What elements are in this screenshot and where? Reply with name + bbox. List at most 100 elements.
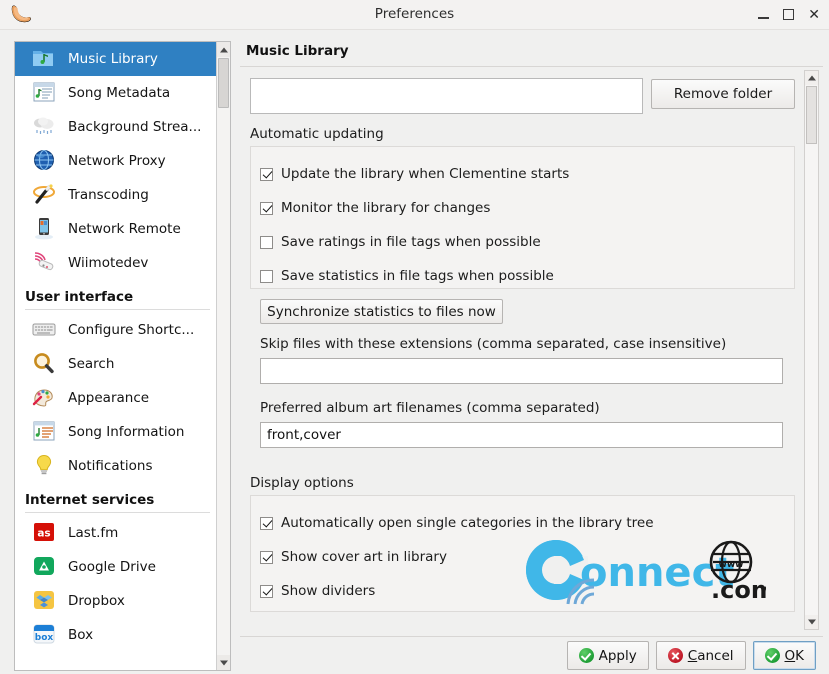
lightbulb-icon xyxy=(31,453,59,479)
window-controls: ✕ xyxy=(758,0,820,29)
checkbox-monitor-library[interactable]: Monitor the library for changes xyxy=(260,200,490,216)
synchronize-statistics-button[interactable]: Synchronize statistics to files now xyxy=(260,299,503,324)
album-art-input[interactable] xyxy=(260,422,783,448)
scroll-up-arrow-icon[interactable] xyxy=(217,42,230,57)
settings-scrollbar-thumb[interactable] xyxy=(806,86,817,144)
checkbox-save-statistics[interactable]: Save statistics in file tags when possib… xyxy=(260,268,554,284)
paint-palette-icon xyxy=(31,385,59,411)
scroll-up-arrow-icon[interactable] xyxy=(805,71,818,85)
sidebar-item-google-drive[interactable]: Google Drive xyxy=(15,550,218,584)
sidebar-group-title: User interface xyxy=(25,289,134,305)
sidebar-item-label: Google Drive xyxy=(68,559,156,575)
checkbox-label: Show dividers xyxy=(281,583,376,599)
checkbox-indicator[interactable] xyxy=(260,201,273,215)
sidebar-item-label: Background Strea... xyxy=(68,119,202,135)
sidebar-item-label: Wiimotedev xyxy=(68,255,149,271)
checkbox-auto-open-categories[interactable]: Automatically open single categories in … xyxy=(260,515,654,531)
preferences-sidebar: Music Library Song Metadata Background Str… xyxy=(14,41,231,671)
sidebar-group-title: Internet services xyxy=(25,492,155,508)
sidebar-scrollbar-thumb[interactable] xyxy=(218,58,229,108)
checkbox-indicator[interactable] xyxy=(260,235,273,249)
sidebar-item-label: Network Proxy xyxy=(68,153,166,169)
google-drive-icon xyxy=(31,554,59,580)
ok-button-label: OK xyxy=(785,648,805,664)
lastfm-icon: as xyxy=(31,520,59,546)
checkbox-show-dividers[interactable]: Show dividers xyxy=(260,583,375,599)
sidebar-item-label: Configure Shortc... xyxy=(68,322,195,338)
sidebar-item-network-remote[interactable]: Network Remote xyxy=(15,212,218,246)
check-circle-icon xyxy=(578,648,594,663)
phone-icon xyxy=(31,216,59,242)
sidebar-item-search[interactable]: Search xyxy=(15,347,218,381)
sidebar-item-label: Network Remote xyxy=(68,221,181,237)
check-circle-icon xyxy=(764,648,780,663)
magnifier-icon xyxy=(31,351,59,377)
sidebar-item-song-metadata[interactable]: Song Metadata xyxy=(15,76,218,110)
apply-button-label: Apply xyxy=(598,647,637,664)
checkbox-label: Save ratings in file tags when possible xyxy=(281,234,541,250)
checkbox-label: Show cover art in library xyxy=(281,549,447,565)
checkbox-indicator[interactable] xyxy=(260,167,273,181)
sidebar-item-label: Box xyxy=(68,627,94,643)
footer-divider xyxy=(240,636,823,637)
skip-files-input[interactable] xyxy=(260,358,783,384)
box-icon: box xyxy=(31,622,59,648)
title-bar: Preferences ✕ xyxy=(0,0,829,30)
window-title: Preferences xyxy=(374,6,455,22)
checkbox-indicator[interactable] xyxy=(260,550,273,564)
checkbox-indicator[interactable] xyxy=(260,516,273,530)
sidebar-item-network-proxy[interactable]: Network Proxy xyxy=(15,144,218,178)
sidebar-item-dropbox[interactable]: Dropbox xyxy=(15,584,218,618)
sidebar-item-configure-shortc[interactable]: Configure Shortc... xyxy=(15,313,218,347)
display-options-label: Display options xyxy=(250,475,354,491)
sidebar-item-box[interactable]: box Box xyxy=(15,618,218,652)
cancel-button[interactable]: Cancel xyxy=(655,641,746,670)
dropbox-icon xyxy=(31,588,59,614)
cancel-accel: C xyxy=(687,647,698,664)
sidebar-scrollbar[interactable] xyxy=(216,42,230,670)
apply-button[interactable]: Apply xyxy=(566,641,649,670)
scroll-down-arrow-icon[interactable] xyxy=(217,655,230,670)
sidebar-list: Music Library Song Metadata Background Str… xyxy=(15,42,218,670)
settings-scrollbar[interactable] xyxy=(804,70,819,630)
scroll-down-arrow-icon[interactable] xyxy=(805,615,818,629)
cross-circle-icon xyxy=(667,648,683,663)
library-folders-list[interactable] xyxy=(250,78,643,114)
magic-wand-icon xyxy=(31,182,59,208)
svg-text:as: as xyxy=(37,527,50,539)
sidebar-item-label: Song Metadata xyxy=(68,85,171,101)
sidebar-item-music-library[interactable]: Music Library xyxy=(15,42,218,76)
automatic-updating-label: Automatic updating xyxy=(250,126,384,142)
sidebar-item-transcoding[interactable]: Transcoding xyxy=(15,178,218,212)
checkbox-label: Automatically open single categories in … xyxy=(281,515,654,531)
remove-folder-button[interactable]: Remove folder xyxy=(651,79,795,109)
svg-text:box: box xyxy=(35,633,54,643)
checkbox-indicator[interactable] xyxy=(260,269,273,283)
checkbox-show-cover-art[interactable]: Show cover art in library xyxy=(260,549,447,565)
settings-scroll-area: Remove folder Automatic updating Update … xyxy=(240,70,823,630)
sidebar-item-appearance[interactable]: Appearance xyxy=(15,381,218,415)
sidebar-item-wiimotedev[interactable]: Wiimotedev xyxy=(15,246,218,280)
sidebar-item-notifications[interactable]: Notifications xyxy=(15,449,218,483)
globe-icon xyxy=(31,148,59,174)
sidebar-item-label: Appearance xyxy=(68,390,150,406)
sidebar-item-label: Song Information xyxy=(68,424,185,440)
maximize-icon[interactable] xyxy=(783,9,795,20)
sidebar-item-label: Transcoding xyxy=(68,187,149,203)
checkbox-indicator[interactable] xyxy=(260,584,273,598)
music-folder-icon xyxy=(31,46,59,72)
sidebar-group-divider xyxy=(25,512,210,513)
sidebar-item-background-strea[interactable]: Background Strea... xyxy=(15,110,218,144)
sidebar-item-song-information[interactable]: Song Information xyxy=(15,415,218,449)
close-icon[interactable]: ✕ xyxy=(808,8,820,22)
skip-files-label: Skip files with these extensions (comma … xyxy=(260,336,727,352)
song-metadata-icon xyxy=(31,80,59,106)
sidebar-group-divider xyxy=(25,309,210,310)
title-divider xyxy=(240,66,823,67)
sidebar-item-last-fm[interactable]: as Last.fm xyxy=(15,516,218,550)
ok-button[interactable]: OK xyxy=(752,641,816,670)
checkbox-update-library[interactable]: Update the library when Clementine start… xyxy=(260,166,569,182)
checkbox-save-ratings[interactable]: Save ratings in file tags when possible xyxy=(260,234,541,250)
wii-remote-icon xyxy=(31,250,59,276)
minimize-icon[interactable] xyxy=(758,9,770,20)
